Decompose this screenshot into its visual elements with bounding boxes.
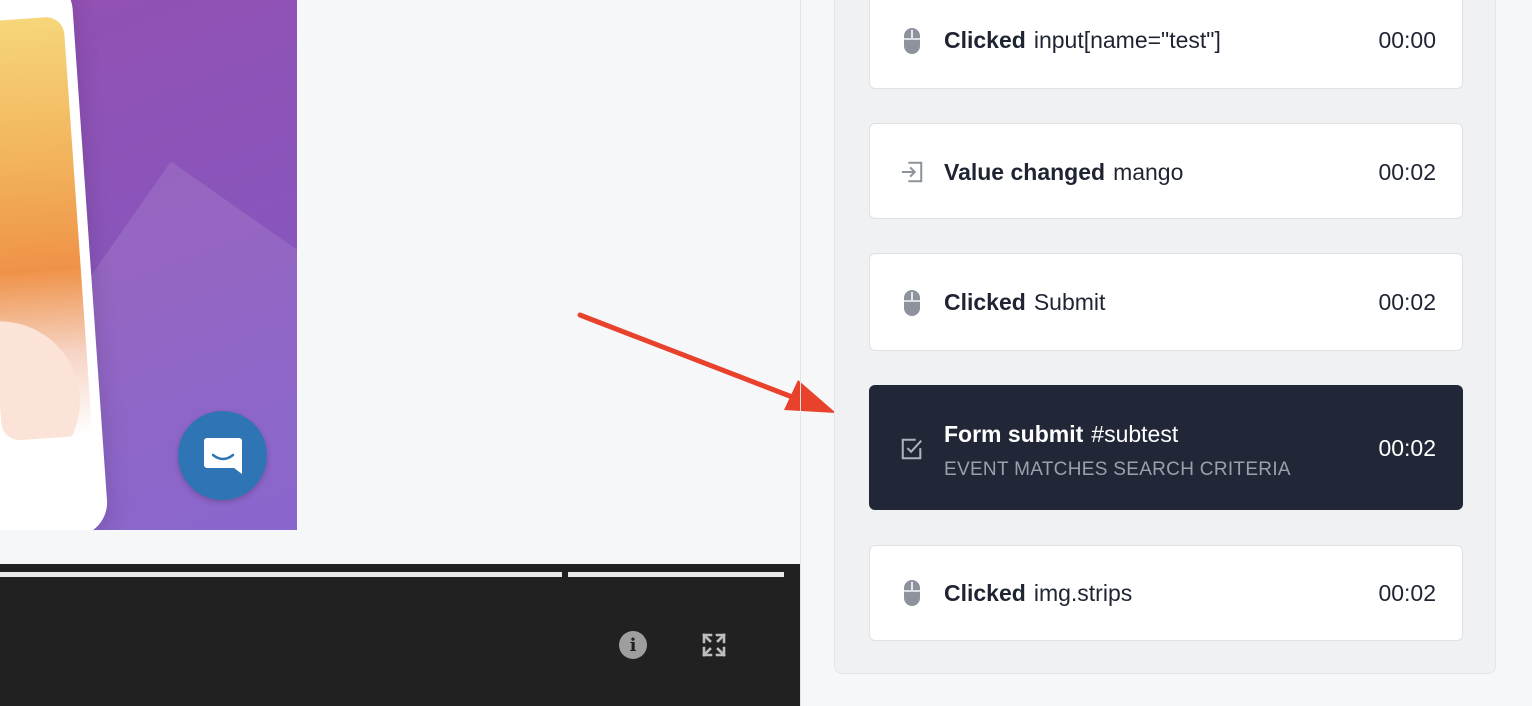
input-arrow-icon [900,158,924,186]
event-detail: input[name="test"] [1033,27,1221,53]
panel-divider [800,0,801,706]
event-type: Form submit [944,421,1084,447]
event-time: 00:02 [1378,435,1436,461]
event-match-label: EVENT MATCHES SEARCH CRITERIA [944,459,1291,480]
mouse-icon [900,579,924,607]
event-detail: img.strips [1033,580,1133,606]
event-detail: #subtest [1091,421,1179,447]
checkbox-icon [900,435,924,463]
event-type: Clicked [944,27,1026,53]
mouse-icon [900,27,924,55]
event-row[interactable]: Clicked Submit 00:02 [869,253,1463,351]
event-detail: Submit [1033,289,1106,315]
event-time: 00:02 [1378,580,1436,606]
mouse-icon [900,289,924,317]
event-row[interactable]: Value changed mango 00:02 [869,123,1463,219]
event-row-active[interactable]: Form submit #subtest EVENT MATCHES SEARCH… [869,385,1463,510]
event-row[interactable]: Clicked img.strips 00:02 [869,545,1463,641]
event-time: 00:02 [1378,289,1436,315]
event-time: 00:02 [1378,159,1436,185]
event-detail: mango [1113,159,1184,185]
event-type: Clicked [944,289,1026,315]
event-row[interactable]: Clicked input[name="test"] 00:00 [869,0,1463,89]
event-type: Clicked [944,580,1026,606]
event-type: Value changed [944,159,1106,185]
event-time: 00:00 [1378,27,1436,53]
